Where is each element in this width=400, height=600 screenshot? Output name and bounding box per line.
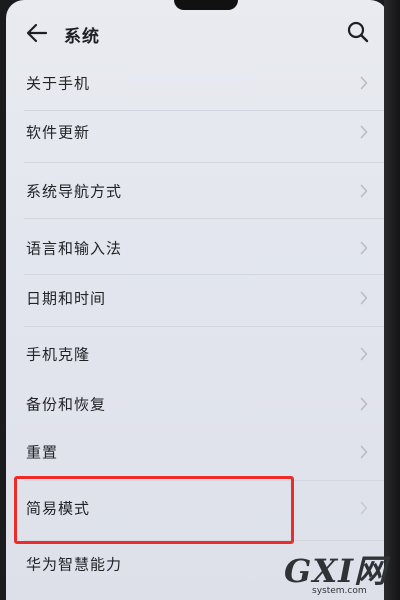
chevron-right-icon [360, 76, 368, 90]
watermark-domain: system.com [312, 586, 367, 596]
menu-item-label: 手机克隆 [26, 345, 91, 364]
chevron-right-icon [360, 291, 368, 305]
chevron-right-icon [360, 125, 368, 139]
menu-item-label: 备份和恢复 [26, 395, 107, 414]
menu-item-label: 关于手机 [26, 74, 91, 93]
menu-item-simple-mode[interactable]: 简易模式 [6, 481, 388, 535]
menu-item-label: 软件更新 [26, 123, 91, 142]
back-arrow-icon[interactable] [24, 20, 50, 46]
menu-item-label: 系统导航方式 [26, 182, 123, 201]
phone-bezel [384, 0, 400, 600]
menu-item-system-navigation[interactable]: 系统导航方式 [6, 164, 388, 218]
menu-item-backup-restore[interactable]: 备份和恢复 [6, 377, 388, 431]
menu-item-label: 重置 [26, 443, 59, 462]
site-watermark: GXI网 system.com [284, 554, 396, 598]
chevron-right-icon [360, 241, 368, 255]
divider [24, 162, 388, 163]
camera-notch [174, 0, 238, 10]
menu-item-label: 华为智慧能力 [26, 555, 123, 574]
search-icon[interactable] [346, 20, 370, 44]
chevron-right-icon [360, 501, 368, 515]
chevron-right-icon [360, 347, 368, 361]
phone-screen: 系统 关于手机 软件更新 系统导航方式 语言和输入法 日期和时间 手机克隆 备份… [6, 0, 388, 600]
menu-item-phone-clone[interactable]: 手机克隆 [6, 327, 388, 381]
chevron-right-icon [360, 445, 368, 459]
chevron-right-icon [360, 184, 368, 198]
menu-item-label: 日期和时间 [26, 289, 107, 308]
menu-item-language-input[interactable]: 语言和输入法 [6, 221, 388, 275]
menu-item-date-time[interactable]: 日期和时间 [6, 271, 388, 325]
page-title: 系统 [64, 27, 100, 47]
menu-item-label: 简易模式 [26, 499, 91, 518]
menu-item-software-update[interactable]: 软件更新 [6, 105, 388, 159]
chevron-right-icon [360, 397, 368, 411]
menu-item-about-phone[interactable]: 关于手机 [6, 56, 388, 110]
watermark-logo-text: GXI网 [284, 552, 388, 590]
menu-item-label: 语言和输入法 [26, 239, 123, 258]
menu-item-reset[interactable]: 重置 [6, 425, 388, 479]
phone-frame: 系统 关于手机 软件更新 系统导航方式 语言和输入法 日期和时间 手机克隆 备份… [0, 0, 400, 600]
app-bar: 系统 [6, 14, 388, 54]
divider [24, 218, 388, 219]
